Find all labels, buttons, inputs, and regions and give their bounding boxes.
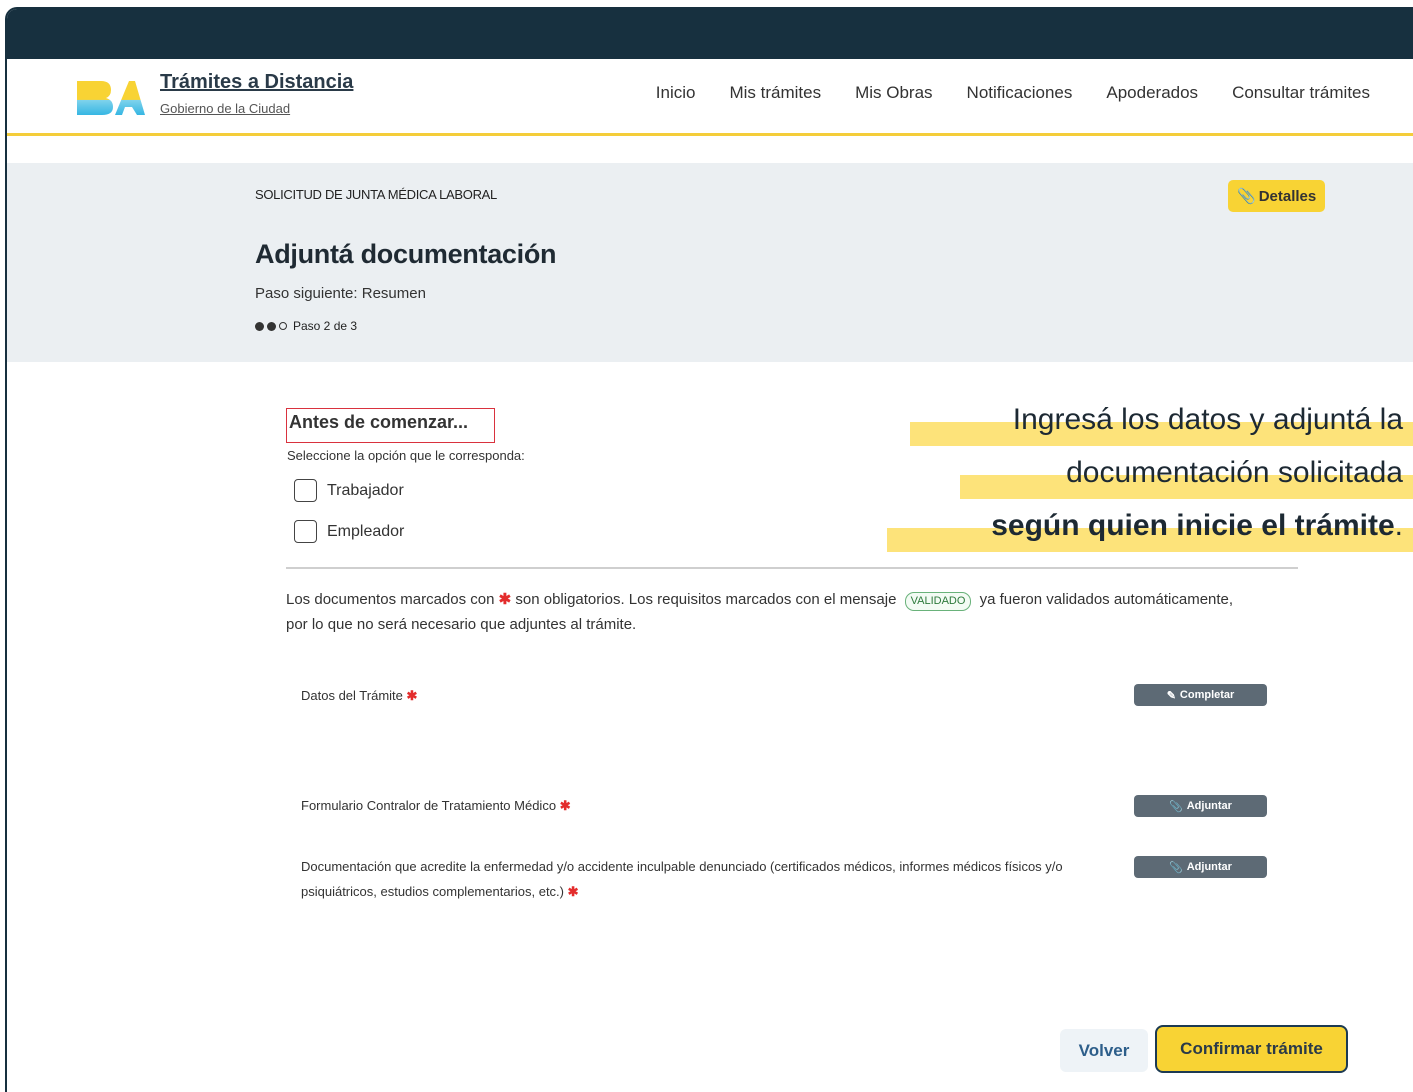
attach-button[interactable]: 📎 Adjuntar	[1134, 856, 1267, 878]
top-bar	[7, 9, 1413, 59]
button-label: Adjuntar	[1186, 861, 1232, 873]
site-header: Trámites a Distancia Gobierno de la Ciud…	[7, 59, 1413, 136]
requirements-legend: Los documentos marcados con ✱ son obliga…	[286, 587, 1246, 637]
back-button[interactable]: Volver	[1060, 1029, 1148, 1072]
option-label: Empleador	[327, 522, 405, 540]
callout-text: Ingresá los datos y adjuntá la	[1012, 403, 1403, 436]
step-dot-done	[255, 321, 264, 331]
checkbox-trabajador[interactable]	[294, 479, 317, 502]
requirement-label: Datos del Trámite	[301, 688, 403, 703]
step-counter: Paso 2 de 3	[293, 319, 358, 333]
brand-subtitle[interactable]: Gobierno de la Ciudad	[160, 101, 290, 116]
step-dot-pending	[279, 322, 287, 330]
callout-text: documentación solicitada	[1066, 456, 1403, 489]
requirement-row: Formulario Contralor de Tratamiento Médi…	[301, 793, 1121, 818]
checkbox-empleador[interactable]	[294, 520, 317, 543]
ba-logo-icon[interactable]	[75, 77, 145, 117]
details-button[interactable]: 📎 Detalles	[1228, 180, 1326, 212]
pencil-icon: ✎	[1166, 689, 1176, 702]
step-dot-current	[267, 321, 276, 331]
option-trabajador[interactable]: Trabajador	[294, 479, 404, 502]
confirm-button[interactable]: Confirmar trámite	[1155, 1025, 1348, 1073]
validated-badge: VALIDADO	[904, 592, 972, 611]
option-label: Trabajador	[327, 481, 404, 499]
option-empleador[interactable]: Empleador	[294, 520, 404, 543]
callout-line: Ingresá los datos y adjuntá la	[910, 397, 1413, 450]
complete-button[interactable]: ✎ Completar	[1134, 684, 1267, 706]
paperclip-icon: 📎	[1169, 861, 1183, 874]
nav-item-mis-tramites[interactable]: Mis trámites	[729, 83, 821, 103]
details-label: Detalles	[1258, 187, 1317, 205]
step-progress: Paso 2 de 3	[255, 319, 357, 333]
app-frame: Trámites a Distancia Gobierno de la Ciud…	[5, 7, 1413, 1092]
callout-text: .	[1394, 509, 1403, 542]
requirement-label: Documentación que acredite la enfermedad…	[301, 859, 1063, 899]
paperclip-icon: 📎	[1169, 800, 1183, 813]
legend-text: son obligatorios. Los requisitos marcado…	[515, 591, 897, 608]
callout-annotation: Ingresá los datos y adjuntá la documenta…	[887, 397, 1413, 556]
step-hero: SOLICITUD DE JUNTA MÉDICA LABORAL 📎 Deta…	[7, 163, 1413, 362]
required-asterisk-icon: ✱	[567, 884, 579, 899]
section-title: Antes de comenzar...	[286, 408, 495, 443]
nav-item-consultar-tramites[interactable]: Consultar trámites	[1232, 83, 1370, 103]
button-label: Adjuntar	[1186, 800, 1232, 812]
page-title: Adjuntá documentación	[255, 239, 557, 269]
procedure-name: SOLICITUD DE JUNTA MÉDICA LABORAL	[255, 187, 497, 202]
instruction-text: Seleccione la opción que le corresponda:	[287, 448, 525, 463]
callout-line: documentación solicitada	[960, 450, 1413, 503]
main-nav: Inicio Mis trámites Mis Obras Notificaci…	[656, 83, 1370, 103]
required-asterisk-icon: ✱	[406, 688, 418, 703]
paperclip-icon: 📎	[1237, 188, 1256, 205]
requirement-row: Documentación que acredite la enfermedad…	[301, 854, 1121, 904]
legend-text: Los documentos marcados con	[286, 591, 495, 608]
nav-item-inicio[interactable]: Inicio	[656, 83, 696, 103]
brand-title[interactable]: Trámites a Distancia	[160, 71, 353, 94]
requirement-label: Formulario Contralor de Tratamiento Médi…	[301, 798, 557, 813]
nav-item-notificaciones[interactable]: Notificaciones	[967, 83, 1073, 103]
callout-bold-text: según quien inicie el trámite	[991, 509, 1395, 542]
attach-button[interactable]: 📎 Adjuntar	[1134, 795, 1267, 817]
callout-text-wrap: según quien inicie el trámite.	[991, 509, 1413, 542]
divider	[286, 567, 1298, 569]
nav-item-mis-obras[interactable]: Mis Obras	[855, 83, 932, 103]
required-asterisk-icon: ✱	[559, 798, 571, 813]
requirement-row: Datos del Trámite ✱	[301, 683, 1121, 708]
nav-item-apoderados[interactable]: Apoderados	[1106, 83, 1198, 103]
required-asterisk-icon: ✱	[498, 591, 512, 608]
next-step-text: Paso siguiente: Resumen	[255, 285, 426, 302]
button-label: Completar	[1179, 689, 1235, 701]
callout-line: según quien inicie el trámite.	[887, 503, 1413, 556]
